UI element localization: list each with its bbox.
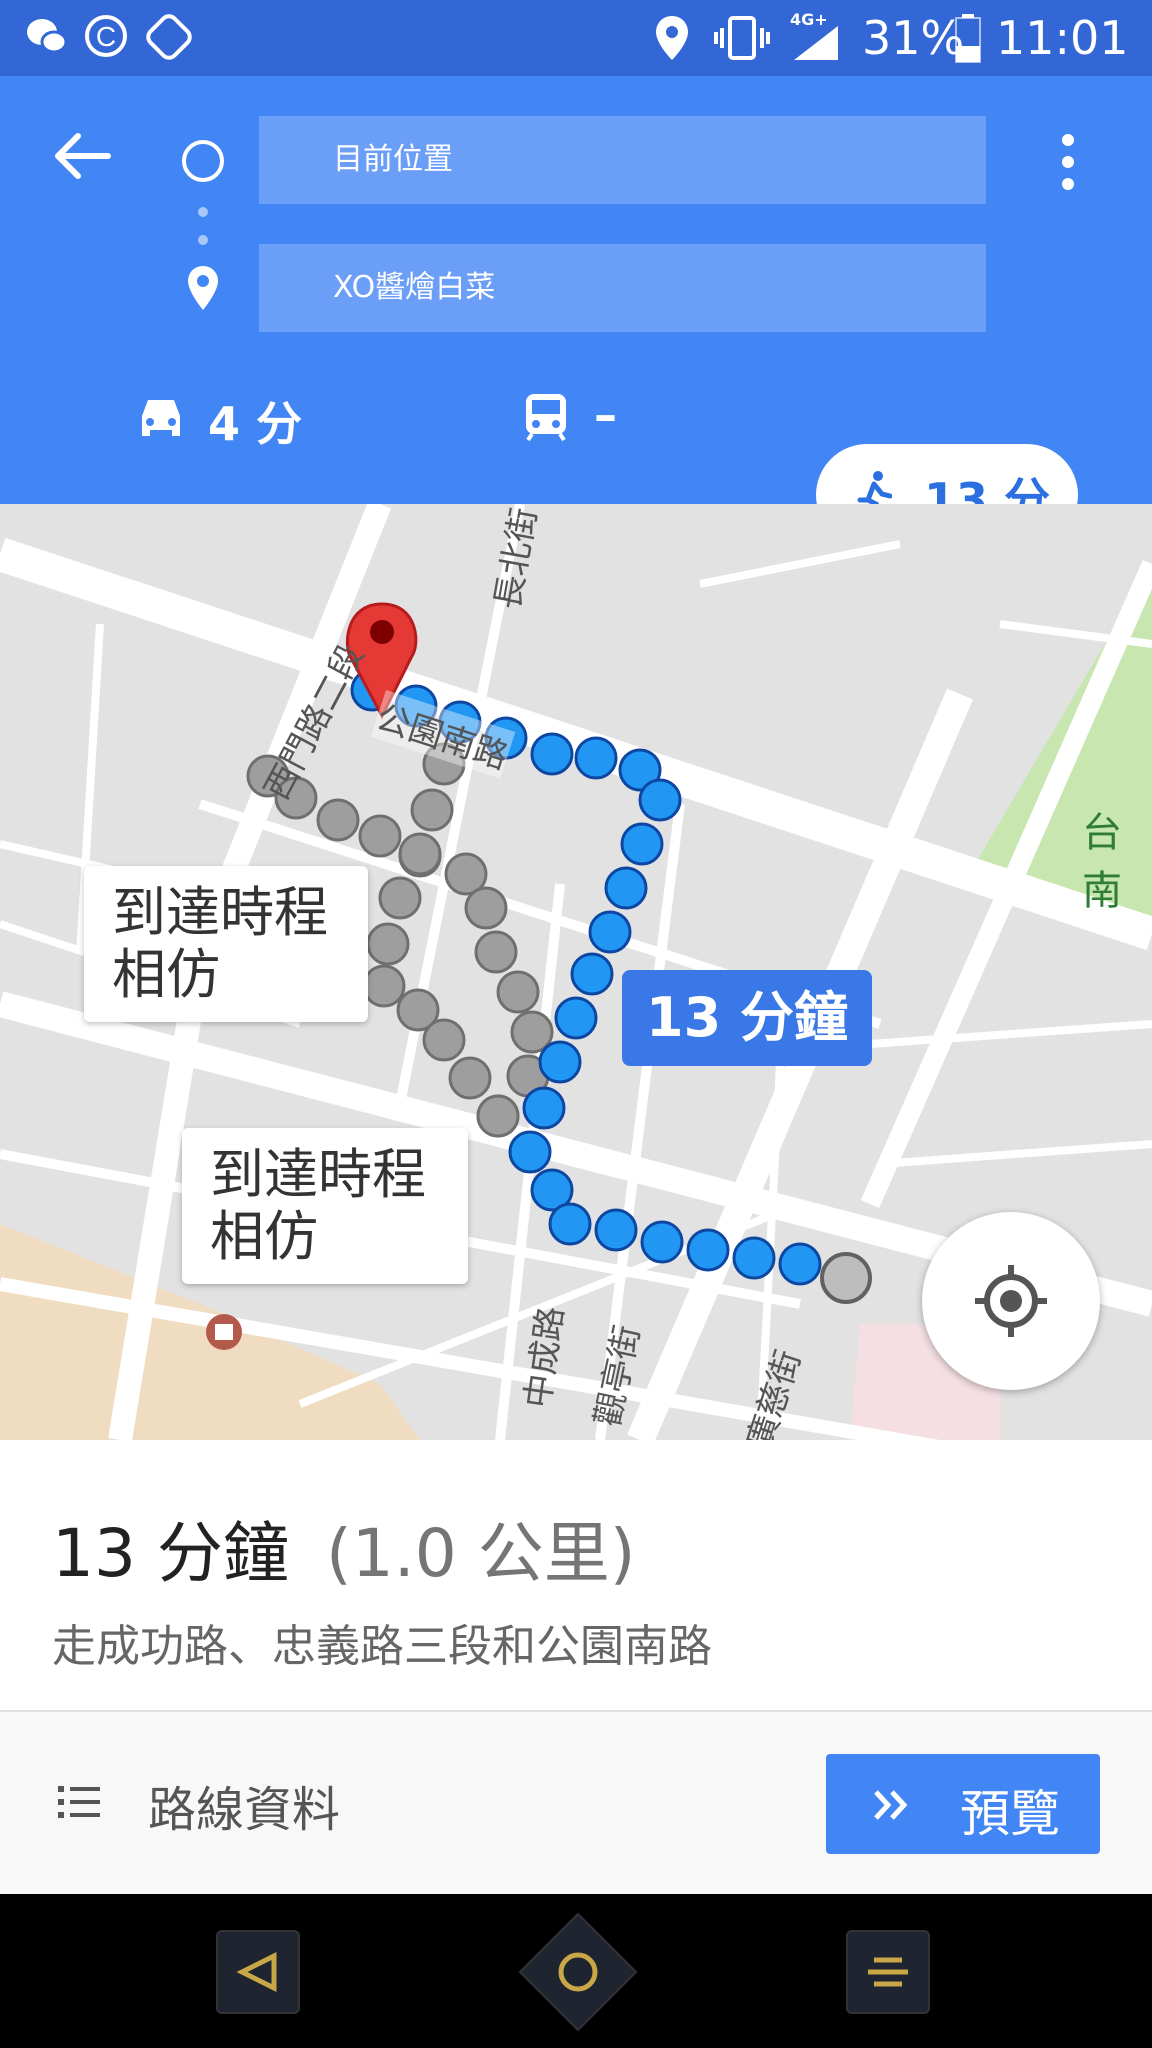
status-bar: C 4G+ 31% 11:01	[0, 0, 1152, 76]
route-time-bubble[interactable]: 13 分鐘	[622, 970, 872, 1066]
route-details-label: 路線資料	[148, 1782, 341, 1838]
list-icon	[58, 1786, 100, 1818]
back-arrow-icon[interactable]	[54, 132, 114, 180]
app-icon	[146, 14, 192, 60]
destination-pin-icon	[188, 266, 218, 310]
mode-drive[interactable]: 4 分	[136, 388, 336, 451]
recents-lines-icon	[868, 1957, 908, 1987]
transit-time: –	[594, 388, 617, 442]
start-point	[820, 1252, 872, 1304]
double-chevron-icon	[874, 1790, 908, 1820]
wechat-icon	[27, 19, 66, 54]
crosshair-icon	[975, 1265, 1047, 1337]
nav-home-button[interactable]	[518, 1912, 638, 2032]
back-triangle-icon	[236, 1952, 277, 1992]
mode-transit[interactable]: –	[524, 388, 664, 448]
area-label-tainan: 台南	[1082, 810, 1122, 914]
drive-time: 4 分	[208, 397, 303, 451]
origin-field[interactable]: 目前位置	[259, 116, 986, 204]
similar-time-callout-1[interactable]: 到達時程 相仿	[84, 866, 368, 1022]
directions-panel: 目前位置 XO醬燴白菜 4 分 – 13 分	[0, 76, 1152, 546]
my-location-button[interactable]	[922, 1212, 1100, 1390]
destination-field[interactable]: XO醬燴白菜	[259, 244, 986, 332]
similar-time-callout-2[interactable]: 到達時程 相仿	[182, 1128, 468, 1284]
system-nav-bar	[0, 1894, 1152, 2048]
preview-button[interactable]: 預覽	[826, 1754, 1100, 1854]
route-details-button[interactable]: 路線資料	[40, 1752, 400, 1852]
route-summary-card[interactable]: 13 分鐘 (1.0 公里) 走成功路、忠義路三段和公園南路	[0, 1440, 1152, 1710]
nav-recents-button[interactable]	[846, 1930, 930, 2014]
signal-icon	[794, 26, 838, 60]
battery-icon	[955, 14, 981, 63]
route-distance: (1.0 公里)	[326, 1515, 636, 1592]
car-icon	[142, 400, 180, 436]
home-circle-icon	[558, 1952, 598, 1992]
train-icon	[526, 394, 566, 442]
more-options-icon[interactable]	[1056, 132, 1080, 192]
preview-label: 預覽	[960, 1785, 1060, 1843]
action-bar: 路線資料 預覽	[0, 1712, 1152, 1894]
map-view[interactable]: 長北街 西門路二段 公園南路 中成路 觀亭街 廣慈街 台南 到達時程 相仿 到達…	[0, 504, 1152, 1440]
battery-percent: 31%	[862, 11, 965, 65]
clock: 11:01	[996, 11, 1129, 65]
svg-text:C: C	[96, 21, 116, 52]
copyright-app-icon: C	[85, 15, 127, 57]
route-duration: 13 分鐘	[52, 1515, 289, 1592]
location-icon	[656, 16, 688, 60]
nav-back-button[interactable]	[216, 1930, 300, 2014]
vibrate-icon	[714, 16, 770, 60]
route-via: 走成功路、忠義路三段和公園南路	[52, 1621, 712, 1672]
route-dots-icon	[198, 207, 208, 245]
origin-circle-icon	[182, 140, 224, 182]
